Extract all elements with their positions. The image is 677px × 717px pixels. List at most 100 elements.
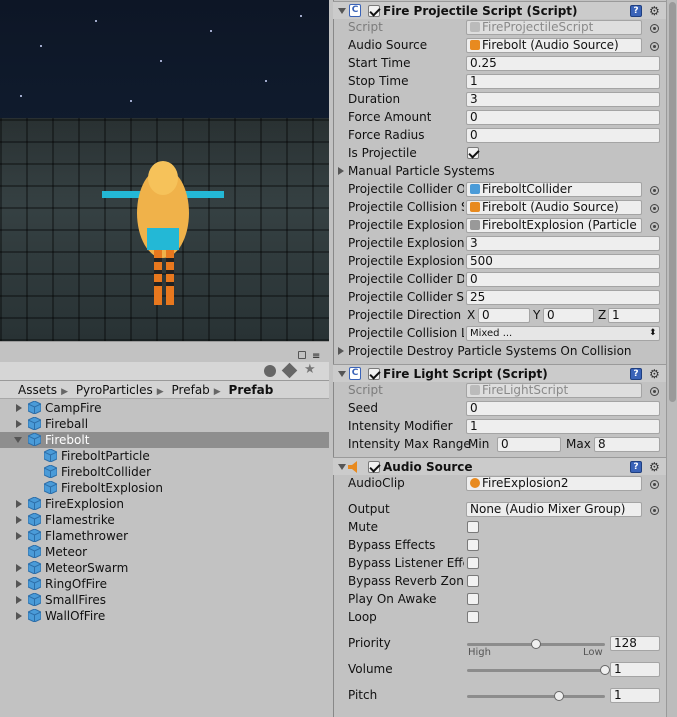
- direction-x-input[interactable]: 0: [478, 308, 530, 323]
- inspector-scrollbar[interactable]: [666, 0, 677, 717]
- foldout-icon[interactable]: [338, 371, 346, 377]
- tree-item[interactable]: Meteor: [0, 544, 329, 560]
- breadcrumb-current[interactable]: Prefab: [229, 383, 274, 397]
- destroy-particle-systems-foldout[interactable]: Projectile Destroy Particle Systems On C…: [348, 343, 632, 359]
- foldout-icon[interactable]: [338, 167, 344, 175]
- manual-particle-systems-foldout[interactable]: Manual Particle Systems: [348, 163, 495, 179]
- priority-input[interactable]: 128: [610, 636, 660, 651]
- pitch-slider-track[interactable]: [467, 695, 605, 698]
- output-field[interactable]: None (Audio Mixer Group): [466, 502, 642, 517]
- tree-item[interactable]: FireExplosion: [0, 496, 329, 512]
- collision-sound-field[interactable]: Firebolt (Audio Source): [466, 200, 642, 215]
- play-on-awake-checkbox[interactable]: [467, 593, 479, 605]
- scrollbar-thumb[interactable]: [669, 2, 676, 402]
- object-picker-icon[interactable]: [650, 506, 659, 515]
- force-amount-input[interactable]: 0: [466, 110, 660, 125]
- component-enabled-checkbox[interactable]: [368, 368, 380, 380]
- tree-item[interactable]: FireboltExplosion: [0, 480, 329, 496]
- tree-item[interactable]: CampFire: [0, 400, 329, 416]
- intensity-min-input[interactable]: 0: [497, 437, 561, 452]
- tree-item[interactable]: Firebolt: [0, 432, 329, 448]
- collapsed-arrow-icon[interactable]: [16, 500, 22, 508]
- help-icon[interactable]: ?: [630, 368, 642, 380]
- direction-z-input[interactable]: 1: [608, 308, 660, 323]
- collapsed-arrow-icon[interactable]: [16, 612, 22, 620]
- bypass-listener-checkbox[interactable]: [467, 557, 479, 569]
- volume-input[interactable]: 1: [610, 662, 660, 677]
- explosion-particle-field[interactable]: FireboltExplosion (Particle S: [466, 218, 642, 233]
- start-time-input[interactable]: 0.25: [466, 56, 660, 71]
- foldout-icon[interactable]: [338, 464, 346, 470]
- fire-projectile-header[interactable]: C Fire Projectile Script (Script) ? ⚙: [333, 1, 666, 19]
- explosion-radius-input[interactable]: 3: [466, 236, 660, 251]
- tree-item[interactable]: MeteorSwarm: [0, 560, 329, 576]
- breadcrumb-item[interactable]: PyroParticles: [76, 383, 153, 397]
- breadcrumb-item[interactable]: Prefab: [172, 383, 210, 397]
- tree-item[interactable]: Flamethrower: [0, 528, 329, 544]
- gear-icon[interactable]: ⚙: [649, 461, 660, 473]
- gear-icon[interactable]: ⚙: [649, 5, 660, 17]
- favorite-star-icon[interactable]: ★: [304, 363, 316, 377]
- pitch-input[interactable]: 1: [610, 688, 660, 703]
- help-icon[interactable]: ?: [630, 5, 642, 17]
- duration-input[interactable]: 3: [466, 92, 660, 107]
- tree-item[interactable]: RingOfFire: [0, 576, 329, 592]
- tree-item[interactable]: SmallFires: [0, 592, 329, 608]
- foldout-icon[interactable]: [338, 347, 344, 355]
- object-picker-icon[interactable]: [650, 42, 659, 51]
- component-enabled-checkbox[interactable]: [368, 5, 380, 17]
- object-picker-icon[interactable]: [650, 24, 659, 33]
- tree-item[interactable]: FireboltCollider: [0, 464, 329, 480]
- panel-menu-icon[interactable]: ≡: [312, 352, 320, 362]
- audioclip-field[interactable]: FireExplosion2: [466, 476, 642, 491]
- collapsed-arrow-icon[interactable]: [16, 516, 22, 524]
- stop-time-input[interactable]: 1: [466, 74, 660, 89]
- collapsed-arrow-icon[interactable]: [16, 420, 22, 428]
- object-picker-icon[interactable]: [650, 387, 659, 396]
- gear-icon[interactable]: ⚙: [649, 368, 660, 380]
- seed-input[interactable]: 0: [466, 401, 660, 416]
- collapsed-arrow-icon[interactable]: [16, 564, 22, 572]
- volume-slider-track[interactable]: [467, 669, 605, 672]
- is-projectile-checkbox[interactable]: [467, 147, 479, 159]
- fire-light-header[interactable]: C Fire Light Script (Script) ? ⚙: [333, 364, 666, 382]
- priority-slider-knob[interactable]: [531, 639, 541, 649]
- collision-layers-dropdown[interactable]: Mixed ... ⬍: [466, 326, 660, 341]
- collapsed-arrow-icon[interactable]: [16, 596, 22, 604]
- object-picker-icon[interactable]: [650, 222, 659, 231]
- tree-item[interactable]: WallOfFire: [0, 608, 329, 624]
- collapsed-arrow-icon[interactable]: [16, 580, 22, 588]
- explosion-force-input[interactable]: 500: [466, 254, 660, 269]
- tree-item[interactable]: FireboltParticle: [0, 448, 329, 464]
- scene-view[interactable]: [0, 0, 329, 341]
- intensity-max-input[interactable]: 8: [594, 437, 660, 452]
- mute-checkbox[interactable]: [467, 521, 479, 533]
- collider-speed-input[interactable]: 25: [466, 290, 660, 305]
- help-icon[interactable]: ?: [630, 461, 642, 473]
- label-tag-icon[interactable]: [281, 362, 298, 379]
- lock-icon[interactable]: [298, 351, 306, 359]
- collider-delay-input[interactable]: 0: [466, 272, 660, 287]
- bypass-effects-checkbox[interactable]: [467, 539, 479, 551]
- object-picker-icon[interactable]: [650, 204, 659, 213]
- force-radius-input[interactable]: 0: [466, 128, 660, 143]
- collider-object-field[interactable]: FireboltCollider: [466, 182, 642, 197]
- tree-item[interactable]: Flamestrike: [0, 512, 329, 528]
- intensity-modifier-input[interactable]: 1: [466, 419, 660, 434]
- expanded-arrow-icon[interactable]: [14, 437, 22, 443]
- loop-checkbox[interactable]: [467, 611, 479, 623]
- filter-by-type-icon[interactable]: [264, 365, 276, 377]
- object-picker-icon[interactable]: [650, 186, 659, 195]
- breadcrumb-item[interactable]: Assets: [18, 383, 57, 397]
- foldout-icon[interactable]: [338, 8, 346, 14]
- audio-source-field[interactable]: Firebolt (Audio Source): [466, 38, 642, 53]
- object-picker-icon[interactable]: [650, 480, 659, 489]
- collapsed-arrow-icon[interactable]: [16, 404, 22, 412]
- tree-item[interactable]: Fireball: [0, 416, 329, 432]
- component-enabled-checkbox[interactable]: [368, 461, 380, 473]
- bypass-reverb-checkbox[interactable]: [467, 575, 479, 587]
- direction-y-input[interactable]: 0: [543, 308, 594, 323]
- collapsed-arrow-icon[interactable]: [16, 532, 22, 540]
- audio-source-header[interactable]: Audio Source ? ⚙: [333, 457, 666, 475]
- volume-slider-knob[interactable]: [600, 665, 610, 675]
